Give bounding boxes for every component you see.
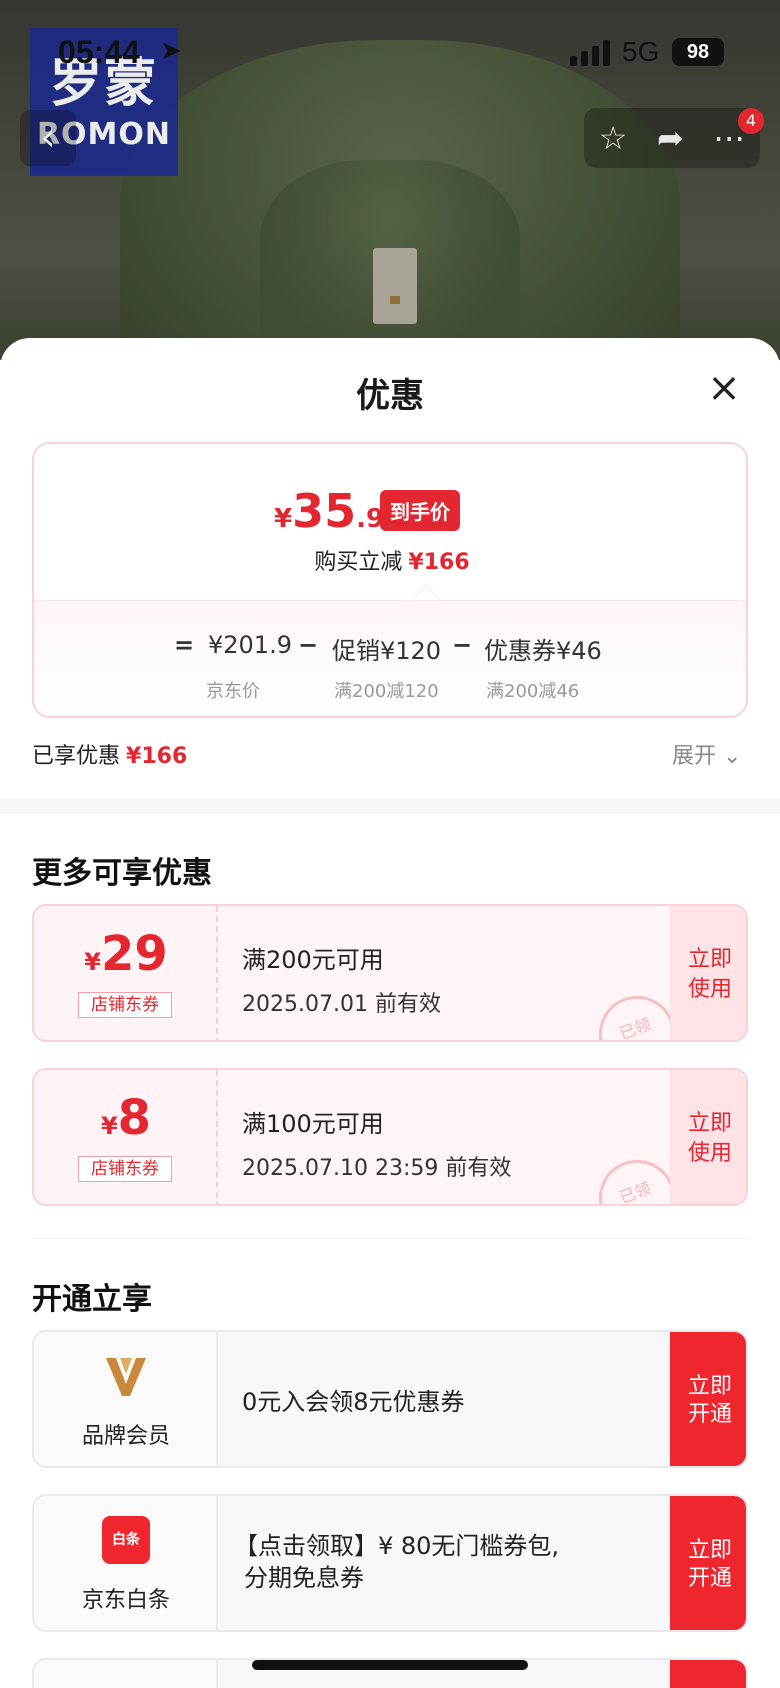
status-bar: 05:44 ➤ 5G 98 — [0, 0, 780, 100]
section-divider — [0, 798, 780, 814]
thin-divider — [32, 1238, 748, 1239]
coupon-type-tag: 店铺东券 — [78, 1156, 172, 1182]
sheet-title: 优惠 — [356, 376, 424, 416]
breakdown-base-label: 京东价 — [206, 681, 260, 702]
open-membership-button[interactable] — [670, 1660, 746, 1688]
breakdown-coupon: 优惠券¥46 — [484, 637, 602, 665]
membership-label: 品牌会员 — [81, 1424, 170, 1449]
breakdown-minus-1: − — [298, 631, 319, 659]
discount-sheet: 优惠 × ¥35.9 到手价 购买立减 ¥166 = ¥201.9 京东价 − 促… — [0, 338, 780, 1688]
breakdown-coupon-rule: 满200减46 — [486, 681, 580, 702]
use-coupon-button[interactable]: 立即使用 — [670, 1070, 746, 1204]
membership-card[interactable]: 白条 京东白条 【点击领取】¥ 80无门槛券包, 分期免息券 立即开通 — [32, 1494, 748, 1632]
coupon-validity: 2025.07.10 23:59 前有效 — [242, 1156, 512, 1181]
location-arrow-icon: ➤ — [160, 36, 182, 66]
battery-icon: 98 — [672, 38, 724, 66]
final-price-integer: 35 — [292, 484, 357, 538]
brand-member-v-icon — [106, 1358, 146, 1396]
expand-label: 展开 — [672, 744, 717, 769]
coupon-card[interactable]: ¥8 店铺东券 满100元可用 2025.07.10 23:59 前有效 已领 … — [32, 1068, 748, 1206]
final-price-symbol: ¥ — [274, 504, 293, 534]
open-benefits-title: 开通立享 — [32, 1282, 152, 1317]
coupon-validity: 2025.07.01 前有效 — [242, 992, 441, 1017]
coupon-amount-panel: ¥29 店铺东券 — [34, 906, 218, 1040]
open-membership-button[interactable]: 立即开通 — [670, 1332, 746, 1466]
coupon-amount: ¥8 — [34, 1090, 218, 1146]
breakdown-minus-2: − — [452, 631, 473, 659]
membership-desc-line2: 分期免息券 — [244, 1564, 364, 1592]
purchase-reduce-line: 购买立减 ¥166 — [34, 544, 746, 576]
network-type: 5G — [622, 36, 660, 67]
breakdown-equals: = — [174, 631, 195, 659]
membership-desc-line1: 【点击领取】¥ 80无门槛券包, — [234, 1532, 560, 1560]
coupon-card[interactable]: ¥29 店铺东券 满200元可用 2025.07.01 前有效 已领 立即使用 — [32, 904, 748, 1042]
enjoyed-label: 已享优惠 — [32, 744, 121, 769]
final-price-tag: 到手价 — [380, 490, 460, 531]
coupon-value: 29 — [100, 926, 168, 982]
coupon-currency: ¥ — [100, 1112, 118, 1140]
coupon-amount-panel: ¥8 店铺东券 — [34, 1070, 218, 1204]
membership-desc: 【点击领取】¥ 80无门槛券包, 分期免息券 — [234, 1530, 559, 1594]
chevron-down-icon: ⌄ — [723, 744, 742, 769]
home-indicator — [252, 1660, 528, 1670]
top-action-group: ☆ ➦ ⋯ — [584, 108, 760, 168]
price-summary-top: ¥35.9 到手价 购买立减 ¥166 — [34, 444, 746, 600]
price-breakdown: = ¥201.9 京东价 − 促销¥120 满200减120 − 优惠券¥46 … — [34, 600, 746, 716]
enjoyed-amount: ¥166 — [126, 744, 188, 769]
share-icon[interactable]: ➦ — [657, 119, 684, 157]
membership-brand-panel — [34, 1660, 218, 1688]
status-time: 05:44 — [58, 34, 140, 70]
coupon-condition: 满200元可用 — [242, 946, 384, 974]
open-membership-button[interactable]: 立即开通 — [670, 1496, 746, 1630]
more-discounts-title: 更多可享优惠 — [32, 856, 212, 891]
reduce-amount: ¥166 — [408, 550, 470, 575]
breakdown-promo-rule: 满200减120 — [334, 681, 439, 702]
coupon-condition: 满100元可用 — [242, 1110, 384, 1138]
back-button[interactable]: ‹ — [20, 110, 76, 166]
coupon-amount: ¥29 — [34, 926, 218, 982]
reduce-label: 购买立减 — [314, 550, 403, 575]
membership-desc: 0元入会领8元优惠券 — [242, 1388, 465, 1416]
breakdown-promo: 促销¥120 — [332, 637, 442, 665]
price-summary-card: ¥35.9 到手价 购买立减 ¥166 = ¥201.9 京东价 − 促销¥120… — [32, 442, 748, 718]
enjoyed-discount: 已享优惠 ¥166 — [32, 738, 187, 770]
membership-brand-panel: 白条 京东白条 — [34, 1496, 218, 1630]
baitiao-icon: 白条 — [102, 1516, 150, 1564]
use-coupon-button[interactable]: 立即使用 — [670, 906, 746, 1040]
favorite-star-icon[interactable]: ☆ — [599, 119, 628, 157]
coupon-value: 8 — [117, 1090, 152, 1146]
expand-toggle[interactable]: 展开 ⌄ — [672, 738, 741, 770]
signal-icon — [570, 40, 610, 66]
membership-brand-panel: 品牌会员 — [34, 1332, 218, 1466]
coupon-type-tag: 店铺东券 — [78, 992, 172, 1018]
membership-label: 京东白条 — [81, 1588, 170, 1613]
coupon-currency: ¥ — [84, 948, 101, 976]
breakdown-base-price: ¥201.9 — [208, 631, 292, 659]
close-icon[interactable]: × — [704, 368, 744, 408]
membership-card[interactable]: 品牌会员 0元入会领8元优惠券 立即开通 — [32, 1330, 748, 1468]
notification-badge: 4 — [738, 108, 764, 134]
final-price: ¥35.9 — [274, 484, 384, 538]
